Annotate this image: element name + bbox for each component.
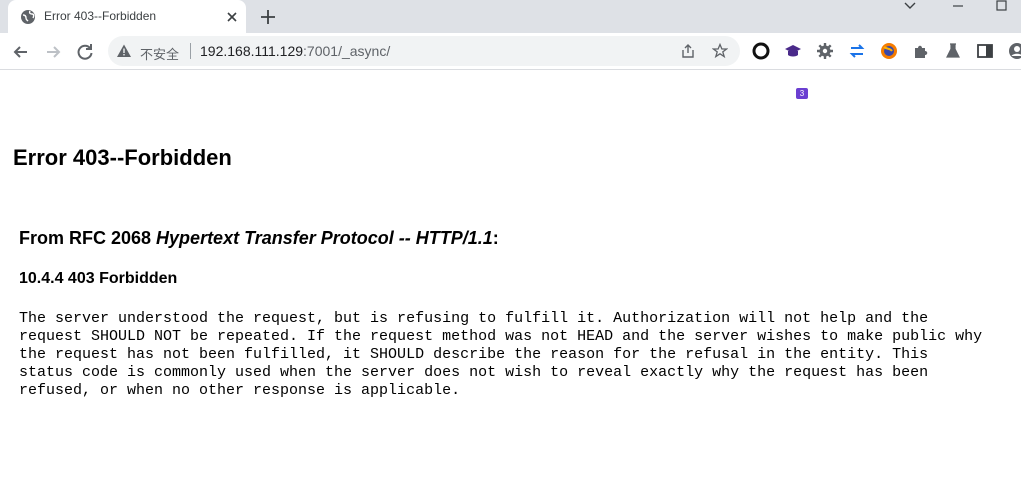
warning-icon[interactable] <box>116 43 132 59</box>
description-line: status code is commonly used when the se… <box>19 364 929 381</box>
rfc-suffix: : <box>492 228 499 248</box>
url-text[interactable]: 192.168.111.129:7001/_async/ <box>200 43 390 59</box>
tab-strip: Error 403--Forbidden <box>0 0 1021 33</box>
circle-extension-icon[interactable] <box>752 42 770 60</box>
reload-icon[interactable] <box>74 41 96 63</box>
puzzle-icon[interactable] <box>912 42 930 60</box>
profile-avatar-icon[interactable] <box>1008 42 1021 60</box>
back-arrow-icon[interactable] <box>10 41 32 63</box>
maximize-icon[interactable] <box>992 0 1012 14</box>
minimize-icon[interactable] <box>948 0 968 14</box>
divider <box>190 43 191 59</box>
graduation-cap-extension-icon[interactable] <box>784 42 802 60</box>
globe-icon <box>21 10 35 24</box>
close-icon[interactable] <box>224 9 240 25</box>
page-content: Error 403--Forbidden From RFC 2068 Hyper… <box>0 71 1021 499</box>
rfc-heading: From RFC 2068 Hypertext Transfer Protoco… <box>19 228 499 249</box>
page-title: Error 403--Forbidden <box>13 145 232 170</box>
new-tab-icon[interactable] <box>258 7 278 27</box>
address-bar[interactable]: 不安全 192.168.111.129:7001/_async/ <box>108 36 740 66</box>
chevron-down-icon[interactable] <box>900 0 920 14</box>
url-path: :7001/_async/ <box>303 43 391 59</box>
section-title: 10.4.4 403 Forbidden <box>19 270 178 287</box>
description-line: the request has not been fulfilled, it S… <box>19 346 929 363</box>
browser-toolbar: 不安全 192.168.111.129:7001/_async/ 3 <box>0 33 1021 99</box>
description-line: refused, or when no other response is ap… <box>19 382 461 399</box>
error-description: The server understood the request, but i… <box>19 310 982 400</box>
rfc-prefix: From RFC 2068 <box>19 228 157 248</box>
side-panel-icon[interactable] <box>976 42 994 60</box>
gear-extension-icon[interactable] <box>816 42 834 60</box>
forward-arrow-icon[interactable] <box>42 41 64 63</box>
security-label[interactable]: 不安全 <box>140 44 179 63</box>
rfc-protocol: Hypertext Transfer Protocol -- HTTP/1.1 <box>156 228 493 248</box>
description-line: The server understood the request, but i… <box>19 310 929 327</box>
tab-title: Error 403--Forbidden <box>44 9 157 23</box>
share-icon[interactable] <box>680 43 696 59</box>
browser-tab[interactable]: Error 403--Forbidden <box>8 0 246 33</box>
firefox-extension-icon[interactable] <box>880 42 898 60</box>
star-icon[interactable] <box>712 43 728 59</box>
description-line: request SHOULD NOT be repeated. If the r… <box>19 328 983 345</box>
url-host: 192.168.111.129 <box>200 43 304 59</box>
flask-icon[interactable] <box>944 42 962 60</box>
sync-extension-icon[interactable] <box>848 42 866 60</box>
